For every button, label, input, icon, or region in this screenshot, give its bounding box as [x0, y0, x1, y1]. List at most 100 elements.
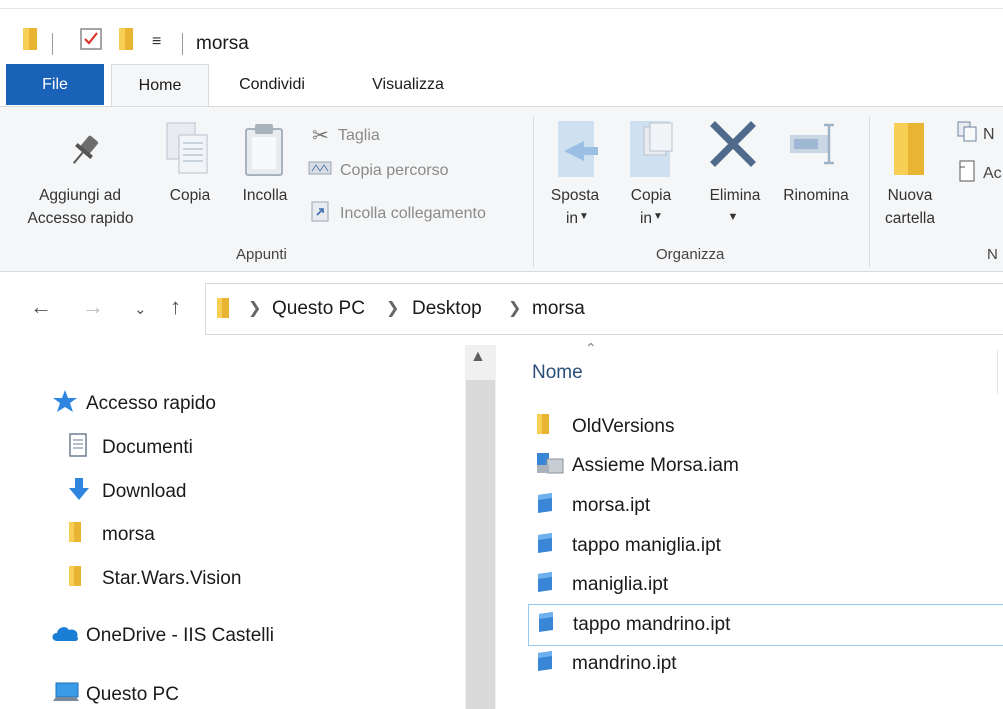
- tab-share[interactable]: Condividi: [222, 64, 322, 106]
- recent-locations-chevron-icon[interactable]: ⌄: [134, 300, 147, 318]
- copy-path-button[interactable]: Copia percorso: [308, 161, 449, 180]
- separator: [52, 33, 53, 55]
- file-row-tappo-maniglia[interactable]: tappo maniglia.ipt: [528, 528, 1003, 564]
- window-title: morsa: [196, 33, 249, 54]
- column-header-name[interactable]: Nome: [532, 362, 583, 384]
- new-folder-label-line2: cartella: [885, 210, 935, 227]
- file-name: OldVersions: [572, 416, 675, 437]
- cloud-icon: [50, 623, 86, 649]
- easy-access-label: Ac: [983, 164, 1002, 182]
- breadcrumb-chevron-icon[interactable]: ❯: [248, 298, 261, 318]
- file-row-maniglia[interactable]: maniglia.ipt: [528, 567, 1003, 603]
- file-row-assieme-morsa[interactable]: Assieme Morsa.iam: [528, 448, 1003, 484]
- customize-quick-access-dropdown-icon[interactable]: ≡: [152, 33, 161, 51]
- document-icon: [68, 433, 102, 463]
- cut-button[interactable]: ✂ Taglia: [312, 123, 380, 148]
- star-icon: [52, 389, 86, 419]
- folder-icon: [22, 27, 38, 56]
- tab-view[interactable]: Visualizza: [356, 64, 460, 106]
- easy-access-button[interactable]: Ac: [957, 159, 1002, 188]
- nav-pane-scrollbar-thumb[interactable]: [466, 380, 495, 709]
- file-name: Assieme Morsa.iam: [572, 455, 739, 476]
- file-name: tappo maniglia.ipt: [572, 535, 721, 556]
- breadcrumb-desktop[interactable]: Desktop: [412, 298, 482, 320]
- nav-item-label: Star.Wars.Vision: [102, 568, 242, 589]
- move-to-label-line1: Sposta: [550, 187, 600, 204]
- easy-access-icon: [957, 159, 983, 188]
- tab-file[interactable]: File: [6, 64, 104, 105]
- new-folder-label-line1: Nuova: [887, 187, 933, 204]
- delete-x-icon: [710, 121, 756, 172]
- copy-to-icon: [628, 119, 680, 184]
- ribbon-tabs: File Home Condividi Visualizza: [0, 64, 1003, 107]
- breadcrumb-chevron-icon[interactable]: ❯: [386, 298, 399, 318]
- back-arrow-icon[interactable]: ←: [30, 294, 52, 320]
- copy-label: Copia: [169, 187, 211, 204]
- file-row-tappo-mandrino[interactable]: tappo mandrino.ipt: [528, 604, 1003, 646]
- cut-label: Taglia: [338, 126, 380, 144]
- folder-icon: [216, 297, 230, 324]
- forward-arrow-icon[interactable]: →: [82, 294, 104, 320]
- address-bar[interactable]: ❯ Questo PC ❯ Desktop ❯ morsa: [205, 283, 1003, 335]
- file-row-mandrino[interactable]: mandrino.ipt: [528, 646, 1003, 682]
- nav-item-download[interactable]: Download: [68, 477, 187, 507]
- paste-shortcut-button[interactable]: Incolla collegamento: [310, 199, 486, 228]
- move-to-dropdown-icon: ▼: [579, 211, 589, 222]
- pin-label-line2: Accesso rapido: [27, 210, 134, 227]
- file-name: tappo mandrino.ipt: [573, 614, 731, 635]
- nav-item-label: Documenti: [102, 437, 193, 458]
- nav-item-label: Questo PC: [86, 684, 179, 705]
- up-arrow-icon[interactable]: ↑: [170, 294, 181, 320]
- nav-item-label: morsa: [102, 524, 155, 545]
- folder-icon: [68, 565, 102, 593]
- file-name: maniglia.ipt: [572, 574, 669, 595]
- scissors-icon: ✂: [312, 125, 329, 147]
- nav-item-label: Accesso rapido: [86, 393, 216, 414]
- nav-item-this-pc[interactable]: Questo PC: [52, 681, 179, 709]
- properties-checkbox-icon[interactable]: [80, 27, 102, 56]
- new-folder-quick-icon[interactable]: [118, 27, 134, 56]
- assembly-file-icon: [535, 451, 565, 481]
- copy-path-label: Copia percorso: [340, 161, 449, 179]
- nav-item-quick-access[interactable]: Accesso rapido: [52, 389, 216, 419]
- part-file-icon: [535, 650, 555, 678]
- pin-label-line1: Aggiungi ad: [39, 187, 121, 204]
- new-item-label: N: [983, 125, 995, 143]
- group-label-clipboard: Appunti: [236, 246, 287, 263]
- computer-icon: [52, 681, 86, 709]
- nav-item-documents[interactable]: Documenti: [68, 433, 193, 463]
- copy-to-dropdown-icon: ▼: [653, 211, 663, 222]
- download-arrow-icon: [68, 477, 102, 507]
- scroll-up-arrow-icon[interactable]: ▲: [470, 348, 486, 366]
- group-label-new: N: [987, 246, 998, 263]
- breadcrumb-this-pc[interactable]: Questo PC: [272, 298, 365, 320]
- navigation-pane: Accesso rapido Documenti Download morsa …: [0, 345, 465, 709]
- separator: [182, 33, 183, 55]
- group-divider: [533, 117, 534, 267]
- breadcrumb-chevron-icon[interactable]: ❯: [508, 298, 521, 318]
- group-divider: [869, 117, 870, 267]
- delete-label: Elimina: [709, 187, 761, 204]
- nav-item-morsa[interactable]: morsa: [68, 521, 155, 549]
- nav-item-label: Download: [102, 481, 187, 502]
- move-to-icon: [556, 119, 602, 184]
- column-divider[interactable]: [997, 350, 998, 394]
- breadcrumb-current-folder[interactable]: morsa: [532, 298, 585, 320]
- nav-item-onedrive[interactable]: OneDrive - IIS Castelli: [50, 623, 274, 649]
- delete-dropdown-icon: ▼: [727, 211, 739, 223]
- ribbon: Aggiungi ad Accesso rapido Copia Incolla…: [0, 106, 1003, 272]
- file-row-oldversions[interactable]: OldVersions: [528, 409, 1003, 445]
- file-name: mandrino.ipt: [572, 653, 677, 674]
- part-file-icon: [535, 571, 555, 599]
- folder-icon: [68, 521, 102, 549]
- tab-home[interactable]: Home: [111, 64, 209, 107]
- nav-item-star-wars-vision[interactable]: Star.Wars.Vision: [68, 565, 241, 593]
- rename-label: Rinomina: [783, 187, 849, 204]
- new-item-button[interactable]: N: [957, 121, 995, 148]
- paste-shortcut-label: Incolla collegamento: [340, 204, 486, 222]
- title-bar: ≡ morsa: [0, 8, 1003, 64]
- file-row-morsa-ipt[interactable]: morsa.ipt: [528, 488, 1003, 524]
- group-label-organize: Organizza: [656, 246, 725, 263]
- part-file-icon: [535, 492, 555, 520]
- sort-ascending-icon: ⌃: [585, 340, 597, 356]
